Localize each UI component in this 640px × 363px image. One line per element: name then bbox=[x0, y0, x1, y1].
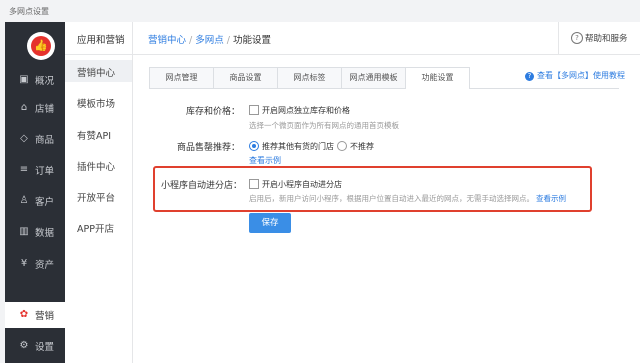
help-button[interactable]: ? 帮助和服务 bbox=[558, 22, 640, 54]
inventory-option-label: 开启网点独立库存和价格 bbox=[262, 106, 350, 115]
tab-feature-settings[interactable]: 功能设置 bbox=[405, 67, 470, 89]
user-icon: ♙ bbox=[19, 195, 29, 206]
no-recommend-radio[interactable] bbox=[337, 141, 347, 151]
sidebar-item-assets[interactable]: ¥ 资产 bbox=[5, 251, 65, 277]
recommend-other-stores-radio[interactable] bbox=[249, 141, 259, 151]
breadcrumb-marketing-center[interactable]: 营销中心 bbox=[148, 35, 186, 46]
tab-outlet-management[interactable]: 网点管理 bbox=[149, 67, 214, 88]
inventory-hint: 选择一个微页面作为所有网点的通用首页模板 bbox=[249, 121, 399, 130]
tab-outlet-templates[interactable]: 网点通用模板 bbox=[341, 67, 406, 88]
inventory-checkbox[interactable] bbox=[249, 105, 259, 115]
tag-icon: ◇ bbox=[20, 133, 28, 144]
breadcrumb: 营销中心 / 多网点 / 功能设置 bbox=[148, 32, 271, 46]
sidebar-item-customers[interactable]: ♙ 客户 bbox=[5, 188, 65, 214]
sidebar-item-orders[interactable]: ≡ 订单 bbox=[5, 157, 65, 183]
store-icon: ⌂ bbox=[20, 102, 28, 113]
breadcrumb-separator: / bbox=[189, 35, 193, 46]
breadcrumb-separator: / bbox=[226, 35, 230, 46]
window-titlebar: 多网点设置 bbox=[0, 0, 640, 22]
secondary-nav-title: 应用和营销 bbox=[77, 35, 125, 46]
subnav-item-marketing-center[interactable]: 营销中心 bbox=[65, 60, 132, 82]
miniapp-hint: 启用后，新用户访问小程序，根据用户位置自动进入最近的网点，无需手动选择网点。 bbox=[249, 194, 534, 203]
recommend-other-stores-label: 推荐其他有货的门店 bbox=[262, 142, 334, 151]
overview-icon: ▣ bbox=[19, 74, 29, 85]
miniapp-option-label: 开启小程序自动进分店 bbox=[262, 180, 342, 189]
sidebar-item-marketing[interactable]: ✿ 营销 bbox=[5, 302, 65, 328]
main-sidebar: 👍 ▣ 概况 ⌂ 店铺 ◇ 商品 ≡ 订单 ♙ 客户 ▥ 数据 ¥ 资产 ✿ 营… bbox=[5, 22, 65, 363]
tutorial-link[interactable]: ? 查看【多网点】使用教程 bbox=[525, 70, 625, 81]
soldout-label: 商品售罄推荐： bbox=[176, 143, 240, 153]
subnav-item-app-store[interactable]: APP开店 bbox=[65, 216, 132, 238]
miniapp-checkbox[interactable] bbox=[249, 179, 259, 189]
tab-outlet-tags[interactable]: 网点标签 bbox=[277, 67, 342, 88]
topbar: 营销中心 / 多网点 / 功能设置 ? 帮助和服务 bbox=[133, 22, 640, 55]
subnav-item-plugin-center[interactable]: 插件中心 bbox=[65, 154, 132, 176]
tab-product-settings[interactable]: 商品设置 bbox=[213, 67, 278, 88]
miniapp-label: 小程序自动进分店： bbox=[160, 181, 242, 191]
breadcrumb-current: 功能设置 bbox=[232, 35, 271, 46]
secondary-nav-header: 应用和营销 bbox=[65, 22, 132, 55]
marketing-icon: ✿ bbox=[19, 309, 29, 320]
no-recommend-label: 不推荐 bbox=[350, 142, 374, 151]
breadcrumb-multi-outlet[interactable]: 多网点 bbox=[195, 35, 224, 46]
sidebar-item-data[interactable]: ▥ 数据 bbox=[5, 219, 65, 245]
sidebar-item-products[interactable]: ◇ 商品 bbox=[5, 126, 65, 152]
window-title: 多网点设置 bbox=[9, 7, 49, 16]
subnav-item-template-market[interactable]: 模板市场 bbox=[65, 91, 132, 113]
secondary-nav: 应用和营销 营销中心 模板市场 有赞API 插件中心 开放平台 APP开店 bbox=[65, 22, 133, 363]
chart-icon: ▥ bbox=[19, 226, 29, 237]
thumbs-up-icon: 👍 bbox=[31, 36, 51, 56]
question-icon: ? bbox=[525, 72, 534, 81]
gear-icon: ⚙ bbox=[19, 340, 29, 351]
miniapp-example-link[interactable]: 查看示例 bbox=[536, 193, 566, 204]
asset-icon: ¥ bbox=[20, 258, 28, 269]
sidebar-item-store[interactable]: ⌂ 店铺 bbox=[5, 95, 65, 121]
subnav-item-api[interactable]: 有赞API bbox=[65, 123, 132, 145]
save-button[interactable]: 保存 bbox=[249, 213, 291, 233]
order-icon: ≡ bbox=[19, 164, 29, 175]
shop-logo[interactable]: 👍 bbox=[27, 32, 55, 60]
sidebar-item-settings[interactable]: ⚙ 设置 bbox=[5, 333, 65, 359]
subnav-item-open-platform[interactable]: 开放平台 bbox=[65, 185, 132, 207]
sidebar-item-overview[interactable]: ▣ 概况 bbox=[5, 67, 65, 93]
soldout-example-link[interactable]: 查看示例 bbox=[249, 155, 281, 166]
inventory-label: 库存和价格： bbox=[185, 107, 240, 117]
question-icon: ? bbox=[571, 32, 583, 44]
